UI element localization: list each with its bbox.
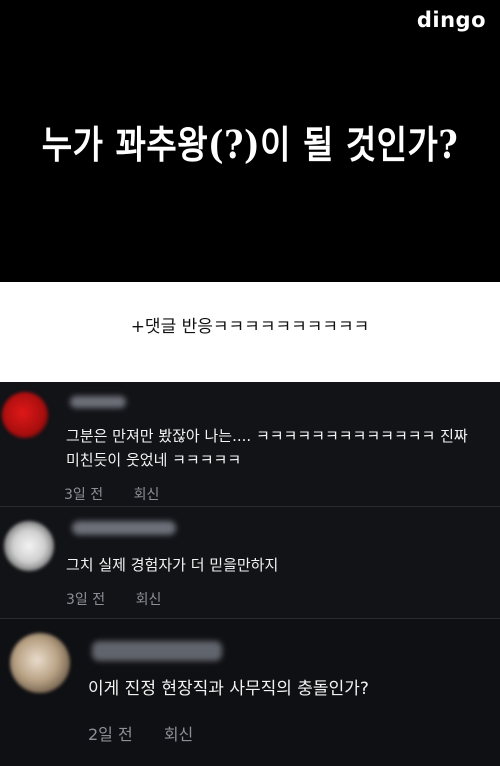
comment-text: 그분은 만져만 봤잖아 나는.... ㅋㅋㅋㅋㅋㅋㅋㅋㅋㅋㅋㅋㅋ 진짜 미친듯이… — [66, 427, 468, 469]
headline: 누가 꽈추왕(?)이 될 것인가? — [41, 122, 459, 168]
comment-meta: 3일 전 회신 — [64, 484, 159, 504]
reply-button[interactable]: 회신 — [134, 487, 160, 503]
comment-item: 이게 진정 현장직과 사무직의 충돌인가? 2일 전 회신 — [0, 618, 500, 766]
dingo-logo: dingo — [416, 8, 486, 32]
comment-text: 그치 실제 경험자가 더 믿을만하지 — [66, 556, 279, 574]
blurred-username — [92, 641, 222, 661]
blurred-username — [72, 521, 176, 535]
comment-text: 이게 진정 현장직과 사무직의 충돌인가? — [88, 679, 369, 699]
comment-item: 그분은 만져만 봤잖아 나는.... ㅋㅋㅋㅋㅋㅋㅋㅋㅋㅋㅋㅋㅋ 진짜 미친듯이… — [0, 382, 500, 506]
blurred-username — [70, 396, 126, 408]
comment-meta: 2일 전 회신 — [88, 721, 193, 745]
comment-item: 그치 실제 경험자가 더 믿을만하지 3일 전 회신 — [0, 506, 500, 619]
video-frame: dingo 누가 꽈추왕(?)이 될 것인가? — [0, 0, 500, 282]
reply-button[interactable]: 회신 — [136, 592, 162, 608]
comment-time: 3일 전 — [64, 487, 104, 503]
caption-text: +댓글 반응ㅋㅋㅋㅋㅋㅋㅋㅋㅋㅋ — [130, 317, 370, 337]
comment-time: 3일 전 — [66, 592, 106, 608]
avatar[interactable] — [2, 392, 48, 438]
comment-time: 2일 전 — [88, 725, 133, 744]
avatar[interactable] — [10, 633, 70, 693]
avatar[interactable] — [4, 521, 54, 571]
comment-meta: 3일 전 회신 — [66, 589, 161, 609]
reply-button[interactable]: 회신 — [164, 725, 193, 744]
